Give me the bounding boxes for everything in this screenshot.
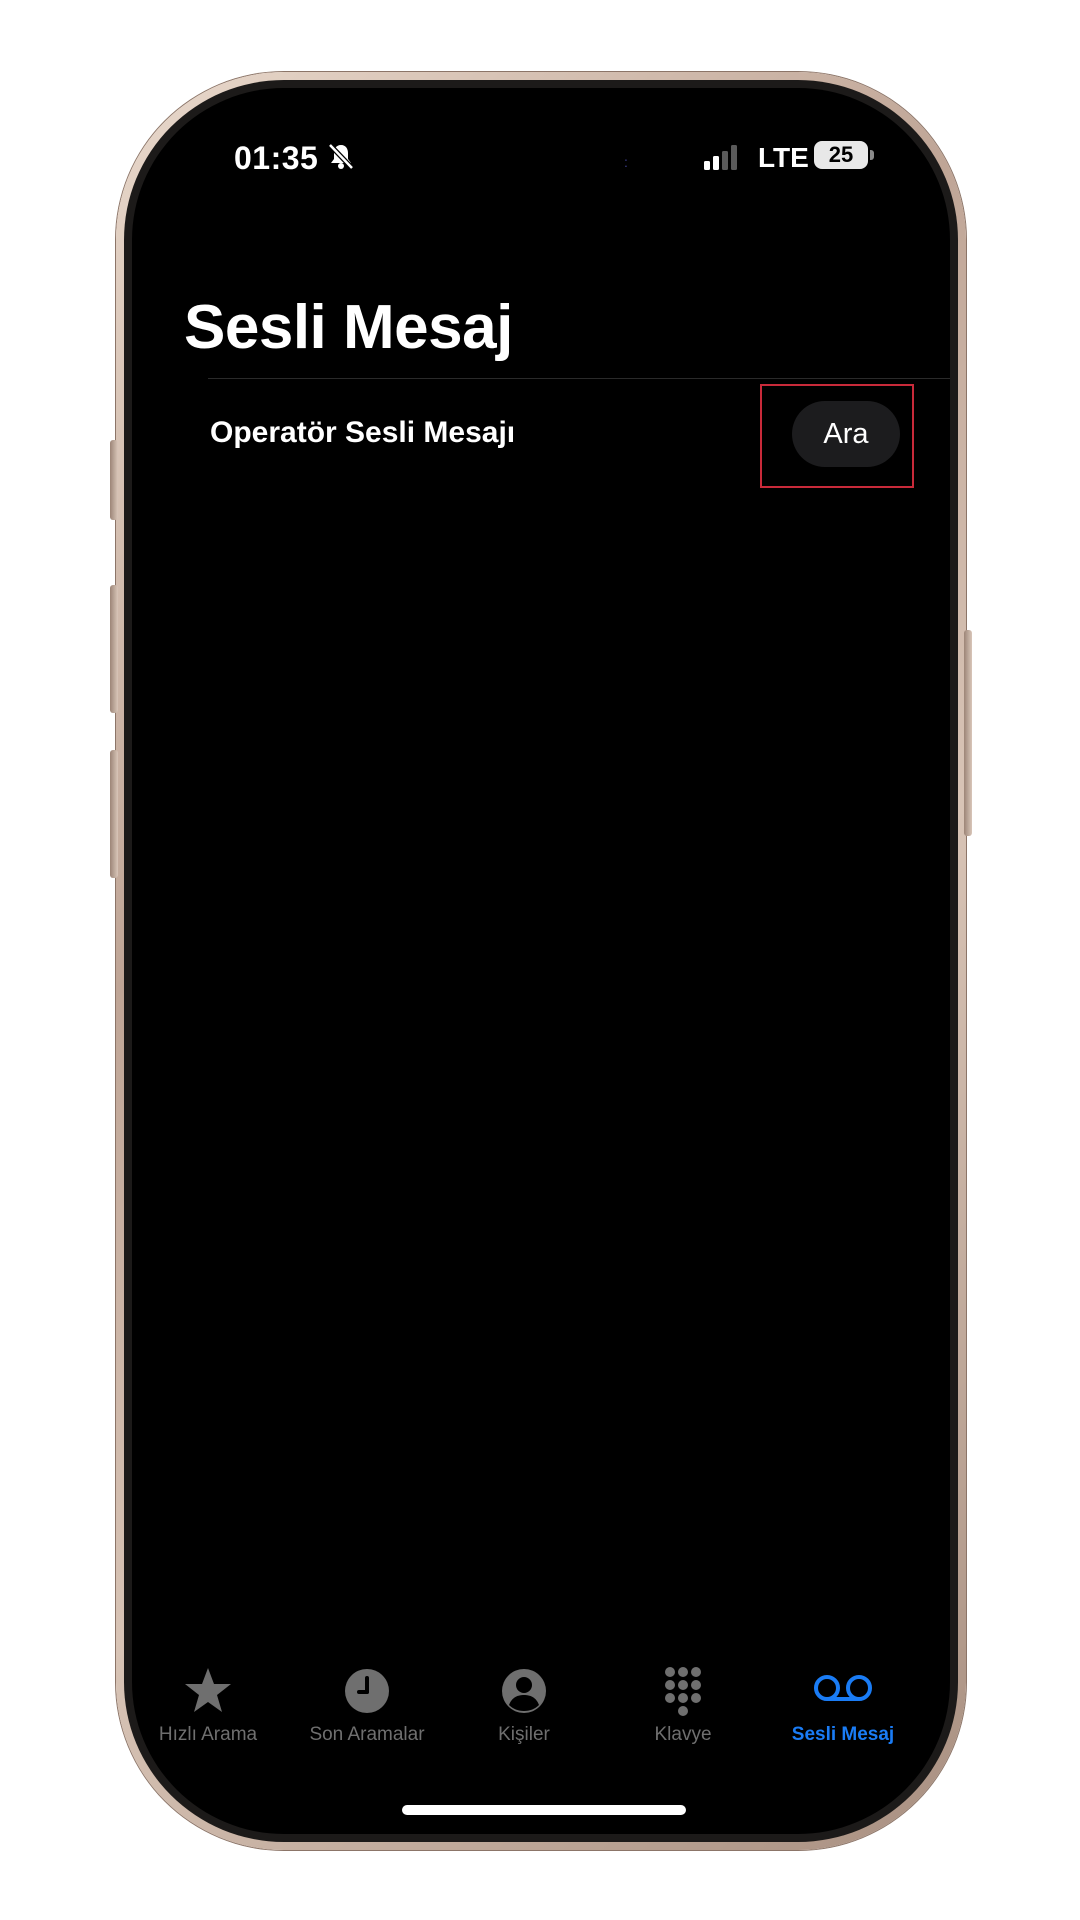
signal-icon [704,145,737,170]
tab-label: Kişiler [498,1724,550,1745]
highlight-box [760,384,914,488]
tab-label: Sesli Mesaj [791,1724,895,1745]
carrier-voicemail-label: Operatör Sesli Mesajı [210,416,516,449]
person-circle-icon [502,1669,546,1713]
action-button [110,440,118,520]
battery-icon: 25 [814,141,868,169]
indicator-dot-icon: : [624,154,628,170]
network-type: LTE [758,142,809,173]
voicemail-icon [814,1675,872,1701]
tab-label: Son Aramalar [309,1724,425,1745]
volume-up-button [110,585,118,713]
tab-label: Hızlı Arama [158,1724,258,1745]
tab-recents[interactable]: Son Aramalar [292,1666,442,1766]
volume-down-button [110,750,118,878]
star-icon [185,1668,231,1712]
bell-off-icon [328,143,354,170]
keypad-icon [665,1667,701,1716]
power-button [964,630,972,836]
phone-screen: 01:35 : LTE 25 Sesli Mesaj Operatör Sesl… [132,88,950,1834]
tab-keypad[interactable]: Klavye [608,1666,758,1766]
page-title: Sesli Mesaj [184,293,513,362]
tab-contacts[interactable]: Kişiler [449,1666,599,1766]
home-indicator[interactable] [402,1805,686,1815]
clock-icon [345,1669,389,1713]
screenshot-canvas: 01:35 : LTE 25 Sesli Mesaj Operatör Sesl… [0,0,1080,1920]
status-time: 01:35 [234,140,319,176]
tab-bar: Hızlı Arama Son Aramalar Kişiler Klavye … [132,1666,950,1766]
tab-voicemail[interactable]: Sesli Mesaj [768,1666,918,1766]
tab-favorites[interactable]: Hızlı Arama [133,1666,283,1766]
tab-label: Klavye [654,1724,712,1745]
divider [208,378,950,379]
battery-cap [870,150,874,160]
